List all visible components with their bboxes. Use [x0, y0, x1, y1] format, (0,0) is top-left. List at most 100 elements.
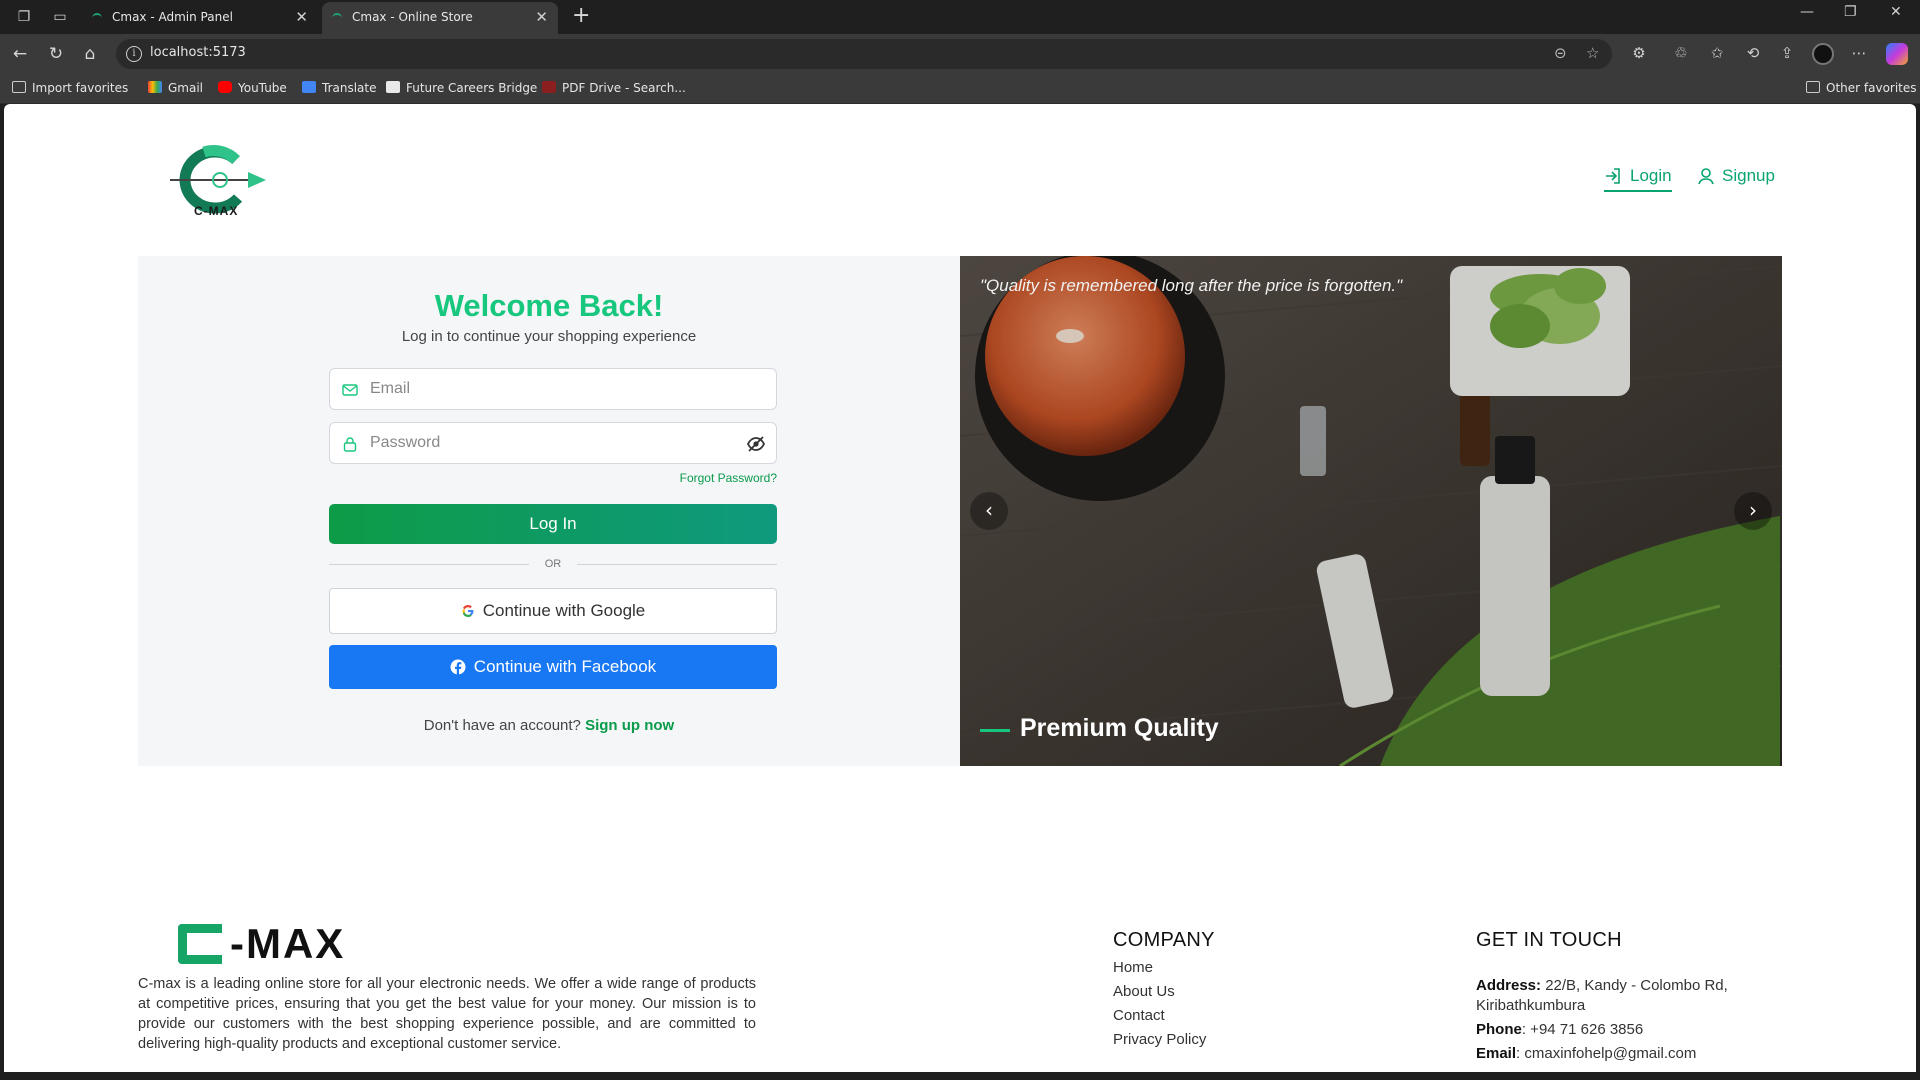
nav-signup-link[interactable]: Signup — [1698, 166, 1775, 186]
signup-label: Signup — [1722, 166, 1775, 185]
reload-icon[interactable]: ↻ — [46, 44, 66, 64]
footer-link-contact[interactable]: Contact — [1113, 1004, 1206, 1028]
site-info-icon[interactable]: i — [126, 46, 142, 62]
performance-icon[interactable]: ♲ — [1670, 44, 1692, 62]
footer-logo-text: -MAX — [230, 920, 346, 967]
tab-close-icon[interactable]: ✕ — [295, 2, 308, 32]
footer-phone: Phone: +94 71 626 3856 — [1476, 1020, 1776, 1040]
close-window-icon[interactable]: ✕ — [1890, 4, 1902, 20]
no-account-text: Don't have an account? — [423, 717, 581, 734]
login-subtitle: Log in to continue your shopping experie… — [401, 328, 697, 345]
carousel-prev-button[interactable]: ‹ — [970, 492, 1008, 530]
logo-text: C-MAX — [194, 204, 239, 218]
email-label: Email — [1476, 1045, 1517, 1062]
footer-link-privacy[interactable]: Privacy Policy — [1113, 1028, 1206, 1052]
extensions-icon[interactable]: ⚙ — [1628, 44, 1650, 62]
copilot-icon[interactable] — [1886, 43, 1908, 65]
footer-company-links: Home About Us Contact Privacy Policy — [1113, 956, 1206, 1052]
favorite-future-careers[interactable]: Future Careers Bridge — [386, 81, 537, 95]
favorite-gmail[interactable]: Gmail — [148, 81, 203, 95]
address-bar-row: ← ↻ ⌂ i localhost:5173 ⊝ ☆ ⚙ ♲ ✩ ⟲ ⇪ ⋯ — [0, 34, 1920, 74]
tab-actions-icon[interactable]: ▭ — [50, 7, 70, 27]
continue-with-facebook-button[interactable]: Continue with Facebook — [329, 645, 777, 689]
other-favorites[interactable]: Other favorites — [1806, 81, 1917, 95]
url-text[interactable]: localhost:5173 — [150, 45, 246, 60]
toggle-password-visibility-icon[interactable] — [746, 434, 766, 454]
or-text: OR — [544, 558, 562, 570]
site-icon — [386, 81, 400, 93]
home-icon[interactable]: ⌂ — [80, 44, 100, 64]
lock-icon — [343, 437, 357, 452]
url-field[interactable]: i localhost:5173 ⊝ ☆ — [116, 39, 1612, 69]
footer-contact-heading: GET IN TOUCH — [1476, 929, 1622, 951]
carousel-next-button[interactable]: › — [1734, 492, 1772, 530]
new-tab-button[interactable]: + — [572, 2, 590, 30]
google-icon — [462, 605, 474, 617]
favorite-import[interactable]: Import favorites — [12, 81, 128, 95]
facebook-button-label: Continue with Facebook — [473, 657, 657, 676]
login-label: Login — [1630, 166, 1672, 185]
email-field[interactable] — [329, 368, 777, 410]
favorite-star-icon[interactable]: ☆ — [1586, 44, 1599, 62]
hero-title: Premium Quality — [1020, 714, 1219, 742]
phone-label: Phone — [1476, 1021, 1522, 1038]
youtube-icon — [218, 81, 232, 93]
more-menu-icon[interactable]: ⋯ — [1848, 44, 1870, 62]
tab-admin-panel[interactable]: Cmax - Admin Panel ✕ — [82, 2, 318, 34]
google-button-label: Continue with Google — [482, 601, 646, 620]
favorites-bar: Import favorites Gmail YouTube Translate… — [0, 74, 1920, 104]
hero-image — [960, 256, 1782, 766]
workspaces-icon[interactable]: ❐ — [14, 7, 34, 27]
facebook-icon — [450, 659, 466, 675]
footer-logo: -MAX — [178, 920, 345, 967]
site-favicon-icon — [332, 13, 342, 19]
import-icon — [12, 81, 26, 93]
user-icon — [1698, 168, 1714, 185]
email-value: : cmaxinfohelp@gmail.com — [1516, 1045, 1697, 1062]
address-label: Address: — [1476, 977, 1542, 994]
restore-icon[interactable]: ❐ — [1844, 4, 1857, 20]
footer-about-text: C-max is a leading online store for all … — [138, 976, 756, 1052]
profile-avatar[interactable] — [1812, 43, 1834, 65]
hero-title-accent — [980, 729, 1010, 732]
gmail-icon — [148, 81, 162, 93]
favorites-icon[interactable]: ✩ — [1706, 44, 1728, 62]
nav-login-link[interactable]: Login — [1604, 166, 1672, 192]
sign-up-now-link[interactable]: Sign up now — [585, 717, 674, 734]
tab-close-icon[interactable]: ✕ — [535, 2, 548, 32]
tab-title: Cmax - Online Store — [352, 10, 473, 24]
phone-value: : +94 71 626 3856 — [1521, 1021, 1644, 1038]
footer-address: Address: 22/B, Kandy - Colombo Rd, Kirib… — [1476, 976, 1776, 1016]
folder-icon — [1806, 81, 1820, 93]
footer-logo-mark — [178, 924, 222, 964]
password-field[interactable] — [329, 422, 777, 464]
hero-quote: "Quality is remembered long after the pr… — [980, 276, 1403, 295]
or-divider: OR — [329, 556, 777, 572]
favorite-translate[interactable]: Translate — [302, 81, 377, 95]
share-icon[interactable]: ⇪ — [1776, 44, 1798, 62]
favorite-youtube[interactable]: YouTube — [218, 81, 287, 95]
back-icon[interactable]: ← — [10, 44, 30, 64]
reader-icon[interactable]: ⊝ — [1554, 44, 1567, 62]
footer-contact-info: Address: 22/B, Kandy - Colombo Rd, Kirib… — [1476, 976, 1776, 1068]
minimize-icon[interactable]: — — [1800, 4, 1814, 20]
page-viewport: C-MAX Login Signup Welcome Back! Log in … — [4, 104, 1916, 1072]
favorite-pdf-drive[interactable]: PDF Drive - Search... — [542, 81, 686, 95]
login-button[interactable]: Log In — [329, 504, 777, 544]
login-panel: Welcome Back! Log in to continue your sh… — [138, 256, 960, 766]
footer-company-heading: COMPANY — [1113, 929, 1215, 951]
mail-icon — [342, 384, 358, 396]
forgot-password-link[interactable]: Forgot Password? — [671, 471, 777, 485]
password-input[interactable] — [370, 423, 730, 463]
login-icon — [1606, 168, 1620, 184]
history-icon[interactable]: ⟲ — [1742, 44, 1764, 62]
email-input[interactable] — [370, 369, 730, 409]
continue-with-google-button[interactable]: Continue with Google — [329, 588, 777, 634]
pdf-icon — [542, 81, 556, 93]
footer-link-about[interactable]: About Us — [1113, 980, 1206, 1004]
translate-icon — [302, 81, 316, 93]
tab-title: Cmax - Admin Panel — [112, 10, 233, 24]
footer-link-home[interactable]: Home — [1113, 956, 1206, 980]
tab-online-store[interactable]: Cmax - Online Store ✕ — [322, 2, 558, 34]
site-favicon-icon — [92, 13, 102, 19]
